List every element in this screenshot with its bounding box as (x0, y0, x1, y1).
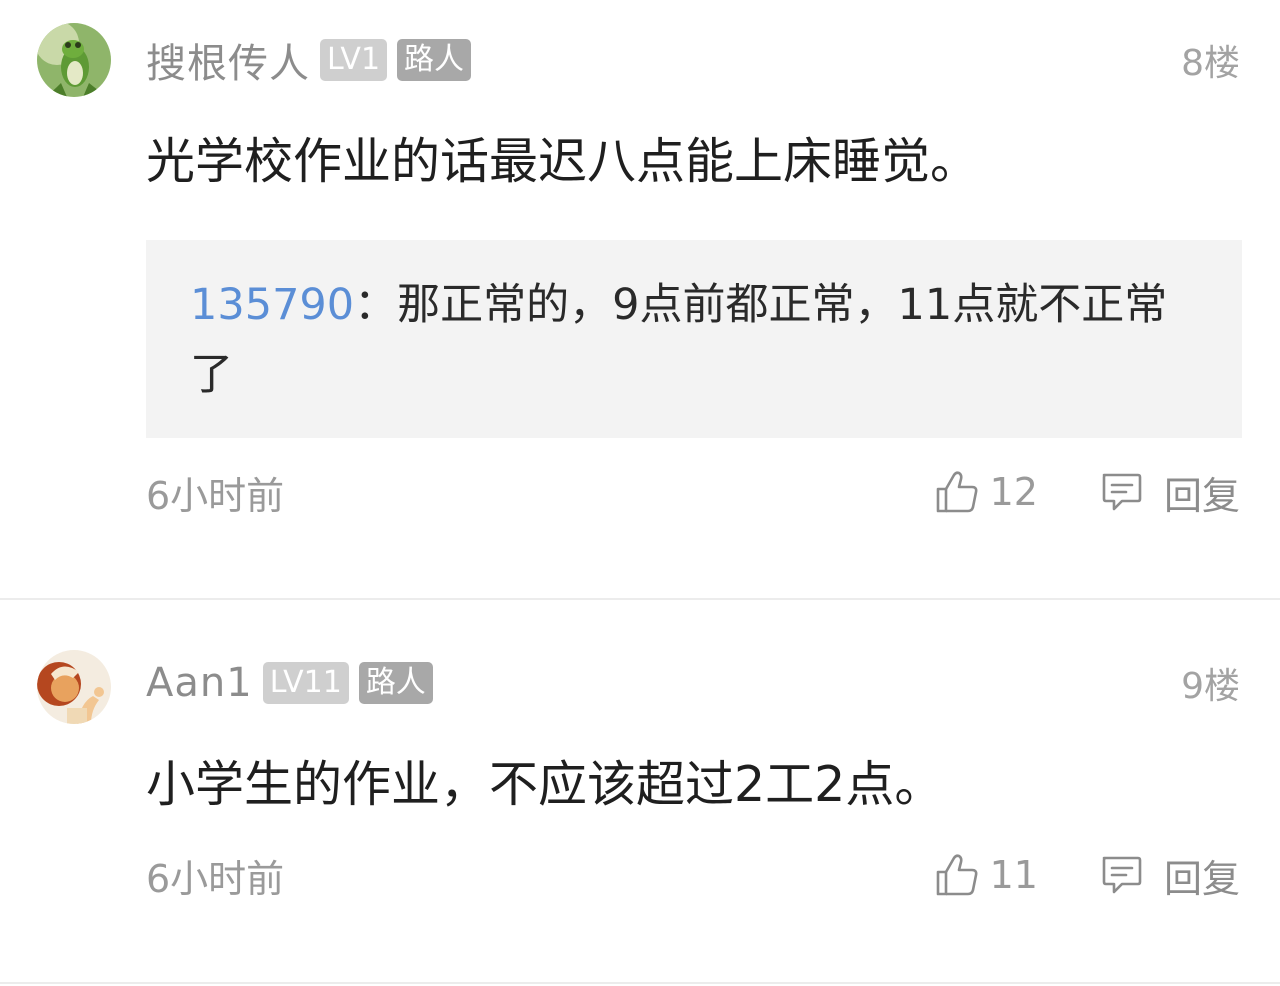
person-avatar-icon (37, 650, 111, 724)
level-badge: LV11 (262, 662, 349, 704)
comment-bubble-icon (1102, 856, 1142, 894)
comment-text: 光学校作业的话最迟八点能上床睡觉。 (146, 133, 980, 190)
comment-text: 小学生的作业，不应该超过2工2点。 (146, 756, 944, 813)
comment-meta: 6小时前 12 回复 (146, 462, 1240, 522)
comment-header: 搜根传人 LV1 路人 8楼 (146, 35, 1240, 87)
avatar[interactable] (37, 23, 111, 97)
comment-meta: 6小时前 11 回复 (146, 845, 1240, 905)
comment-actions: 11 回复 (934, 848, 1240, 903)
reply-button[interactable]: 回复 (1098, 848, 1240, 903)
avatar[interactable] (37, 650, 111, 724)
role-badge: 路人 (397, 39, 472, 81)
username[interactable]: 搜根传人 (146, 31, 310, 89)
quote-author-link[interactable]: 135790 (190, 280, 354, 330)
thumbs-up-icon (936, 854, 978, 896)
floor-number: 9楼 (1181, 666, 1240, 707)
comment-item: 搜根传人 LV1 路人 8楼 光学校作业的话最迟八点能上床睡觉。 135790：… (0, 0, 1280, 600)
reply-button[interactable]: 回复 (1098, 465, 1240, 520)
frog-avatar-icon (37, 23, 111, 97)
comment-actions: 12 回复 (934, 465, 1240, 520)
like-count: 12 (989, 470, 1038, 514)
reply-label: 回复 (1163, 473, 1240, 518)
comment-header: Aan1 LV11 路人 9楼 (146, 658, 1240, 708)
floor-number: 8楼 (1181, 43, 1240, 84)
quoted-reply[interactable]: 135790：那正常的，9点前都正常，11点就不正常了 (146, 240, 1242, 438)
timestamp: 6小时前 (146, 473, 285, 518)
like-button[interactable]: 11 (934, 852, 1038, 898)
comment-item: Aan1 LV11 路人 9楼 小学生的作业，不应该超过2工2点。 6小时前 1… (0, 600, 1280, 984)
thumbs-up-icon (936, 471, 978, 513)
comment-bubble-icon (1102, 473, 1142, 511)
username[interactable]: Aan1 (146, 660, 253, 706)
level-badge: LV1 (320, 39, 388, 81)
quote-separator: ： (354, 280, 398, 330)
role-badge: 路人 (358, 662, 433, 704)
timestamp: 6小时前 (146, 856, 285, 901)
like-button[interactable]: 12 (934, 469, 1038, 515)
like-count: 11 (989, 853, 1038, 897)
reply-label: 回复 (1163, 856, 1240, 901)
